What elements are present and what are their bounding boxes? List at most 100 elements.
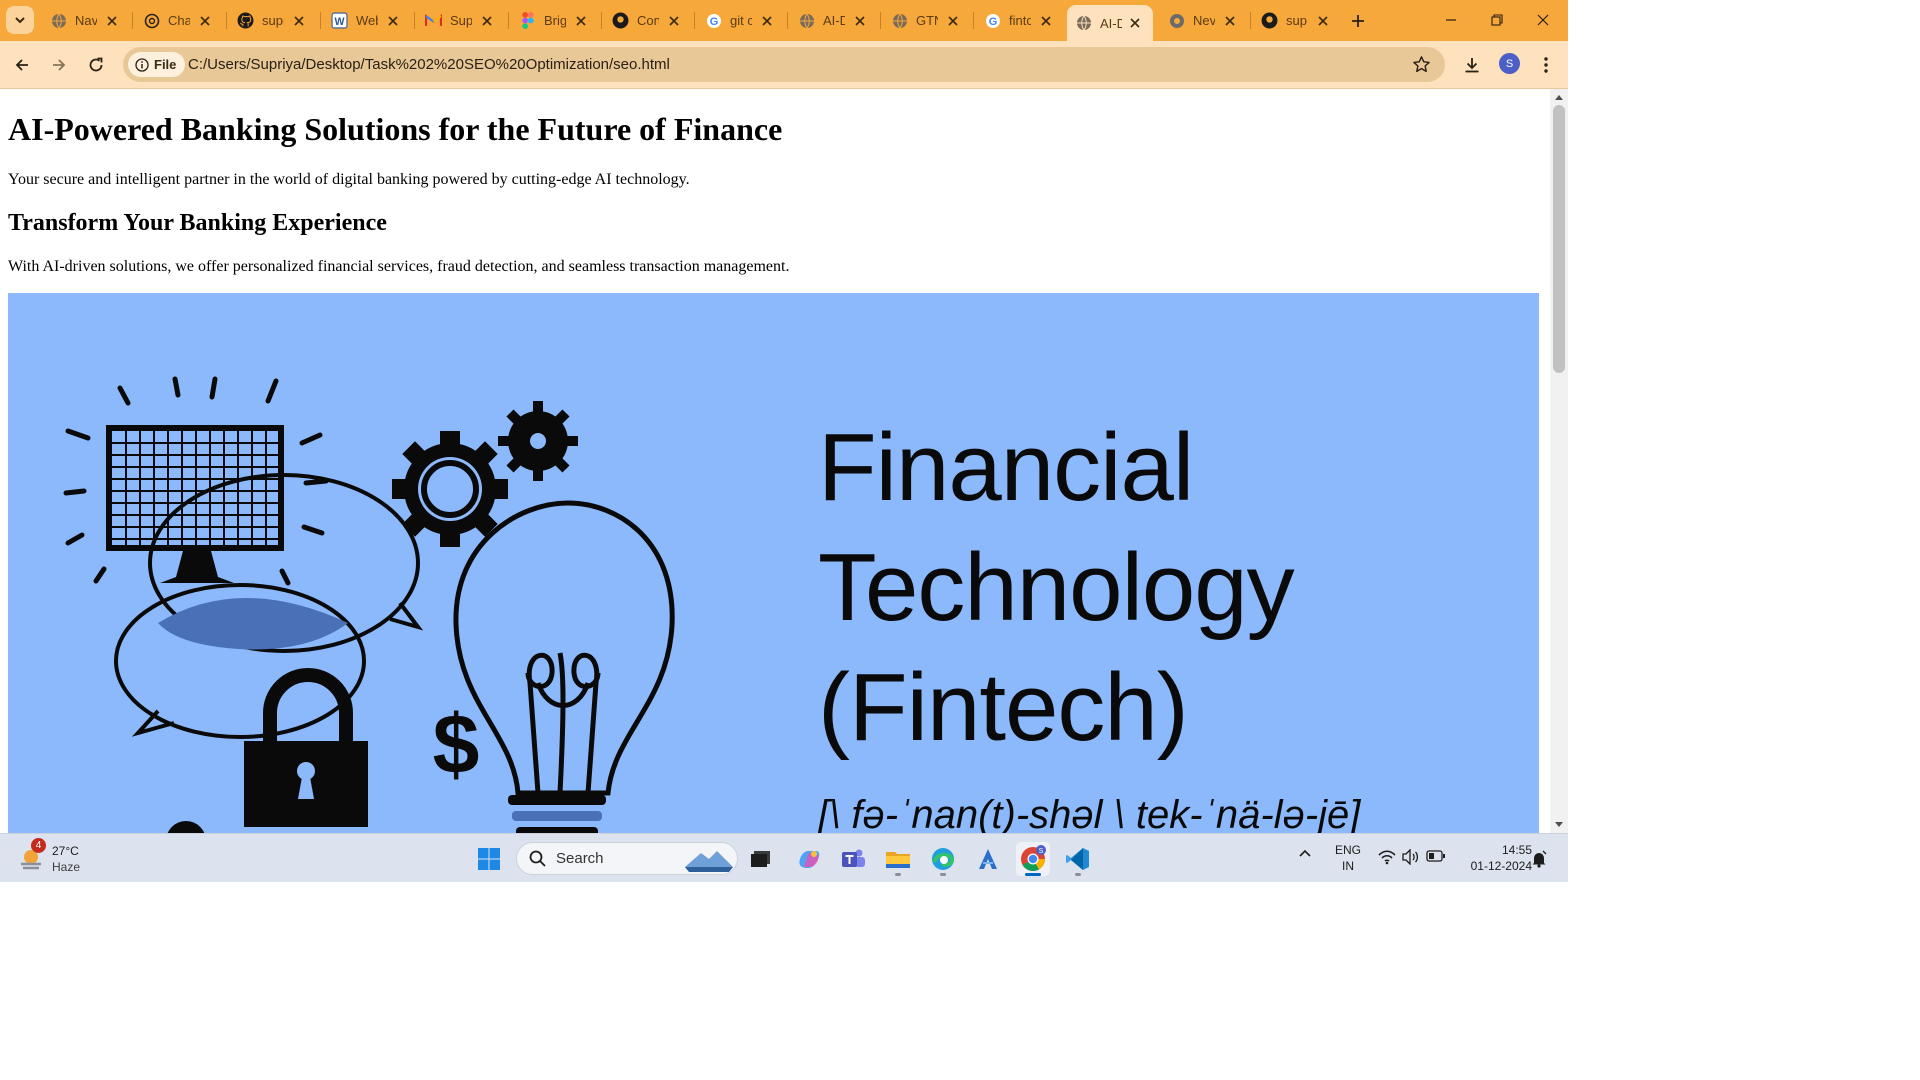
- teams-icon: [842, 849, 865, 867]
- close-icon[interactable]: [1222, 13, 1238, 29]
- scroll-thumb[interactable]: [1553, 105, 1565, 373]
- url-text[interactable]: C:/Users/Supriya/Desktop/Task%202%20SEO%…: [188, 56, 670, 73]
- close-icon[interactable]: [1127, 15, 1143, 31]
- svg-text:G: G: [988, 16, 997, 28]
- tab-title: AI-D: [823, 13, 845, 28]
- close-icon[interactable]: [945, 13, 961, 29]
- tab-separator: [320, 12, 321, 29]
- gear-icon: [392, 431, 508, 547]
- forward-button[interactable]: [45, 51, 73, 79]
- close-icon[interactable]: [852, 13, 868, 29]
- tab-6[interactable]: Brig: [511, 6, 599, 35]
- app-running-indicator: [895, 873, 901, 876]
- taskbar-search-box[interactable]: Search: [516, 842, 738, 875]
- tab-12-active[interactable]: AI-D: [1067, 5, 1153, 41]
- edge-button[interactable]: [926, 842, 960, 876]
- tab-separator: [1250, 12, 1251, 29]
- scroll-down-arrow-icon[interactable]: [1554, 821, 1564, 829]
- azure-data-studio-button[interactable]: [971, 842, 1005, 876]
- file-explorer-button[interactable]: [881, 842, 915, 876]
- close-window-button[interactable]: [1520, 0, 1566, 40]
- more-vertical-icon: [1544, 57, 1548, 73]
- tab-8[interactable]: G git c: [697, 6, 785, 35]
- tab-4[interactable]: W Web: [323, 6, 411, 35]
- tab-1[interactable]: Navi: [42, 6, 130, 35]
- close-icon[interactable]: [197, 13, 213, 29]
- tab-10[interactable]: GTN: [883, 6, 971, 35]
- copilot-button[interactable]: [792, 842, 826, 876]
- tab-13[interactable]: Nev: [1160, 6, 1248, 35]
- battery-icon[interactable]: [1426, 849, 1446, 863]
- close-icon[interactable]: [104, 13, 120, 29]
- copilot-icon: [799, 851, 820, 868]
- restore-button[interactable]: [1474, 0, 1520, 40]
- star-icon[interactable]: [1412, 55, 1431, 74]
- wifi-icon[interactable]: [1378, 849, 1396, 865]
- bulb-base: [508, 795, 606, 833]
- close-icon[interactable]: [385, 13, 401, 29]
- chrome-icon: [1168, 12, 1185, 29]
- close-icon[interactable]: [291, 13, 307, 29]
- chrome-button[interactable]: S: [1016, 842, 1050, 876]
- weather-widget[interactable]: 4 27°C Haze: [18, 838, 81, 878]
- tab-separator: [601, 12, 602, 29]
- hero-title-line-2: Technology: [818, 534, 1295, 641]
- search-highlight-icon: [685, 851, 733, 872]
- svg-text:S: S: [1039, 848, 1044, 855]
- tab-3[interactable]: supr: [229, 6, 317, 35]
- search-icon: [529, 850, 546, 867]
- google-icon: G: [984, 12, 1001, 29]
- close-icon[interactable]: [759, 13, 775, 29]
- tab-5[interactable]: Sup: [417, 6, 505, 35]
- fintech-hero-image: $ Financial Technology (Fintech) [\ fə-ˈ…: [8, 293, 1539, 833]
- close-icon[interactable]: [479, 13, 495, 29]
- close-icon[interactable]: [1038, 13, 1054, 29]
- task-view-button[interactable]: [744, 842, 778, 876]
- address-bar[interactable]: File C:/Users/Supriya/Desktop/Task%202%2…: [123, 47, 1445, 82]
- start-button[interactable]: [472, 842, 506, 876]
- system-clock[interactable]: 14:55 01-12-2024: [1452, 842, 1532, 874]
- word-icon: W: [331, 12, 348, 29]
- new-tab-button[interactable]: [1345, 8, 1371, 34]
- notification-bell-icon[interactable]: [1531, 850, 1547, 868]
- close-icon[interactable]: [1315, 13, 1331, 29]
- github-icon: [237, 12, 254, 29]
- vscode-button[interactable]: [1061, 842, 1095, 876]
- lightbulb-icon: [453, 500, 675, 796]
- tab-7[interactable]: Con: [604, 6, 692, 35]
- tab-search-button[interactable]: [6, 6, 34, 34]
- weather-condition: Haze: [52, 860, 81, 874]
- tab-2[interactable]: Chat: [135, 6, 223, 35]
- close-icon: [1537, 14, 1549, 26]
- tab-separator: [226, 12, 227, 29]
- github-icon: [1261, 12, 1278, 29]
- tab-title: Sup: [450, 13, 472, 28]
- tab-title: GTN: [916, 13, 938, 28]
- menu-button[interactable]: [1532, 51, 1560, 79]
- page-scrollbar[interactable]: [1550, 89, 1568, 833]
- site-info-chip[interactable]: File: [128, 52, 186, 77]
- back-button[interactable]: [8, 51, 36, 79]
- close-icon[interactable]: [573, 13, 589, 29]
- reload-button[interactable]: [82, 51, 110, 79]
- reload-icon: [89, 57, 103, 72]
- language-indicator[interactable]: ENG IN: [1330, 842, 1366, 874]
- profile-avatar[interactable]: S: [1499, 53, 1520, 74]
- close-icon[interactable]: [666, 13, 682, 29]
- teams-button[interactable]: [836, 842, 870, 876]
- downloads-button[interactable]: [1458, 51, 1486, 79]
- azure-data-studio-icon: [979, 849, 997, 869]
- chevron-up-icon[interactable]: [1298, 848, 1312, 858]
- clock-date: 01-12-2024: [1470, 859, 1532, 873]
- scroll-up-arrow-icon[interactable]: [1554, 93, 1564, 101]
- volume-icon[interactable]: [1402, 849, 1420, 865]
- tab-11[interactable]: G fintc: [976, 6, 1064, 35]
- tab-title: Web: [356, 13, 378, 28]
- tab-9[interactable]: AI-D: [790, 6, 878, 35]
- tab-separator: [973, 12, 974, 29]
- tab-14[interactable]: sup: [1253, 6, 1341, 35]
- windows-logo-icon: [478, 848, 500, 870]
- minimize-button[interactable]: [1428, 0, 1474, 40]
- edge-icon: [932, 848, 955, 870]
- globe-icon: [50, 12, 67, 29]
